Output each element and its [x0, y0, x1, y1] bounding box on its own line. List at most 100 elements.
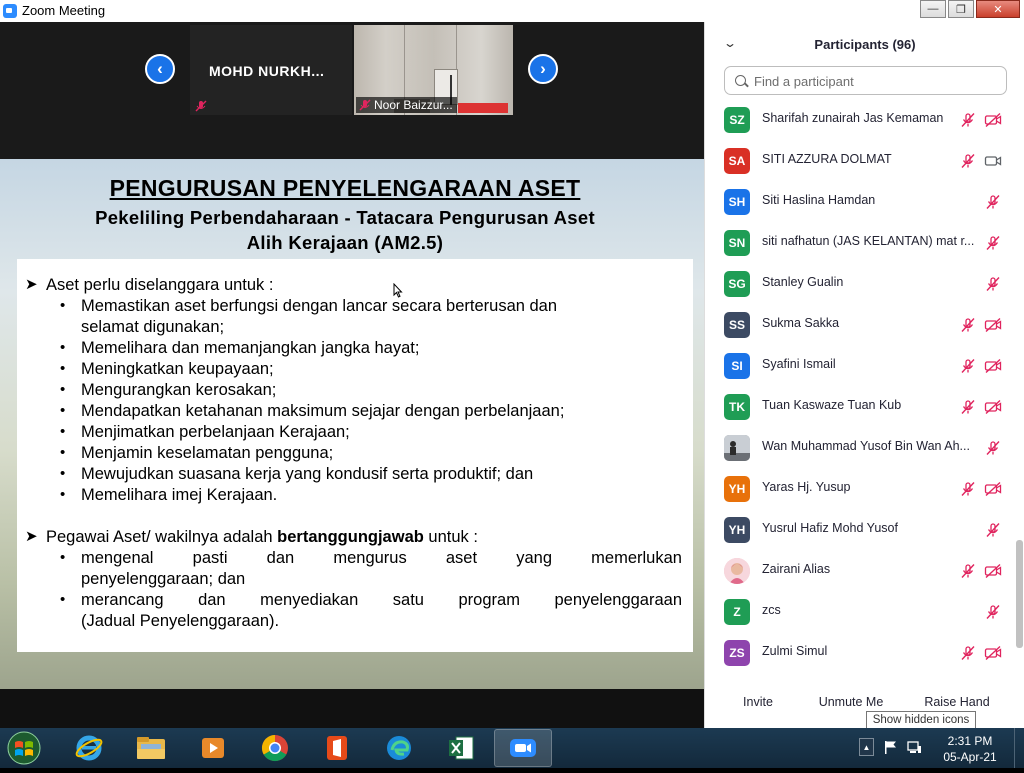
bullet-text: Meningkatkan keupayaan;: [81, 360, 274, 378]
mic-muted-icon: [985, 604, 1001, 620]
bullet-icon: •: [60, 444, 66, 461]
participant-search[interactable]: [724, 66, 1007, 95]
taskbar-internet-explorer[interactable]: [60, 729, 118, 767]
participant-row[interactable]: SG Stanley Gualin: [705, 263, 1015, 304]
video-tile[interactable]: Noor Baizzur...: [354, 25, 513, 115]
bullet-icon: •: [60, 423, 66, 440]
avatar: ZS: [724, 640, 750, 666]
taskbar-zoom[interactable]: [494, 729, 552, 767]
bullet-text: Menjamin keselamatan pengguna;: [81, 444, 334, 462]
taskbar-excel[interactable]: [432, 729, 490, 767]
clock-date: 05-Apr-21: [943, 750, 997, 764]
participant-row[interactable]: SA SITI AZZURA DOLMAT: [705, 140, 1015, 181]
participant-row[interactable]: YH Yaras Hj. Yusup: [705, 468, 1015, 509]
word: dan: [198, 591, 226, 609]
participant-name: siti nafhatun (JAS KELANTAN) mat r...: [762, 234, 975, 248]
mic-muted-icon: [985, 522, 1001, 538]
participant-list-scrollbar[interactable]: [1016, 99, 1023, 672]
mic-muted-icon: [359, 99, 371, 111]
participant-name: Sharifah zunairah Jas Kemaman: [762, 111, 944, 125]
participant-row[interactable]: YH Yusrul Hafiz Mohd Yusof: [705, 509, 1015, 550]
avatar: TK: [724, 394, 750, 420]
participants-panel: ⌄ Participants (96) SZSharifah zunairah …: [704, 22, 1024, 728]
participant-row[interactable]: TK Tuan Kaswaze Tuan Kub: [705, 386, 1015, 427]
slide-content-box: ➤ Aset perlu diselanggara untuk : • Mema…: [17, 259, 693, 652]
participant-row[interactable]: SH Siti Haslina Hamdan: [705, 181, 1015, 222]
taskbar-office[interactable]: [308, 729, 366, 767]
bullet-text: Menjimatkan perbelanjaan Kerajaan;: [81, 423, 350, 441]
avatar: SA: [724, 148, 750, 174]
video-off-icon: [984, 399, 1002, 415]
participant-row[interactable]: Zairani Alias: [705, 550, 1015, 591]
taskbar-file-explorer[interactable]: [122, 729, 180, 767]
unmute-me-button[interactable]: Unmute Me: [813, 692, 889, 712]
participant-name: Stanley Gualin: [762, 275, 844, 289]
taskbar-edge[interactable]: [370, 729, 428, 767]
taskbar-chrome[interactable]: [246, 729, 304, 767]
search-input[interactable]: [752, 72, 1001, 91]
participant-row[interactable]: ZS Zulmi Simul: [705, 632, 1015, 672]
mic-muted-icon: [985, 194, 1001, 210]
media-player-icon: [202, 738, 224, 758]
slide-subtitle-line: Pekeliling Perbendaharaan - Tatacara Pen…: [95, 207, 595, 228]
taskbar: ▲ 2:31 PM 05-Apr-21: [0, 728, 1024, 768]
participant-row[interactable]: Wan Muhammad Yusof Bin Wan Ah...: [705, 427, 1015, 468]
invite-button[interactable]: Invite: [735, 692, 781, 712]
next-page-button[interactable]: ›: [528, 54, 558, 84]
avatar: YH: [724, 517, 750, 543]
show-hidden-icons-button[interactable]: ▲: [859, 738, 874, 756]
clock-time: 2:31 PM: [947, 734, 993, 748]
participant-name: Zulmi Simul: [762, 644, 828, 658]
word: merancang: [81, 591, 164, 609]
avatar: [724, 558, 750, 584]
bullet-icon: •: [60, 486, 66, 503]
raise-hand-button[interactable]: Raise Hand: [921, 692, 993, 712]
close-button[interactable]: ✕: [976, 0, 1020, 18]
participant-name: Siti Haslina Hamdan: [762, 193, 876, 207]
participant-row[interactable]: SZ Sharifah zunairah Jas Kemaman: [705, 99, 1015, 140]
participant-row[interactable]: SI Syafini Ismail: [705, 345, 1015, 386]
bullet-icon: •: [60, 297, 66, 314]
bullet-text: (Jadual Penyelenggaraan).: [81, 612, 280, 630]
maximize-button[interactable]: ❐: [948, 0, 974, 18]
bullet-text: Mewujudkan suasana kerja yang kondusif s…: [81, 465, 534, 483]
bullet-icon: •: [60, 360, 66, 377]
slide-title: PENGURUSAN PENYELENGARAAN ASET: [109, 175, 581, 201]
start-button[interactable]: [2, 728, 48, 768]
show-desktop-button[interactable]: [1014, 728, 1024, 768]
avatar: YH: [724, 476, 750, 502]
participant-name: Tuan Kaswaze Tuan Kub: [762, 398, 902, 412]
participant-list[interactable]: SZ Sharifah zunairah Jas Kemaman SA SITI AZ…: [705, 99, 1015, 672]
video-tile[interactable]: MOHD NURKH...: [190, 25, 352, 115]
avatar: SZ: [724, 107, 750, 133]
flag-icon[interactable]: [883, 739, 899, 755]
section-heading: Aset perlu diselanggara untuk :: [46, 276, 274, 294]
bullet-icon: •: [60, 549, 66, 566]
excel-icon: [449, 736, 474, 760]
mic-muted-icon: [960, 481, 976, 497]
participant-row[interactable]: Zzcs: [705, 591, 1015, 632]
scrollbar-thumb[interactable]: [1016, 540, 1023, 648]
participant-name: Syafini Ismail: [762, 357, 836, 371]
section-heading-emphasis: bertanggungjawab: [277, 528, 424, 546]
network-icon[interactable]: [906, 739, 922, 755]
mic-muted-icon: [960, 358, 976, 374]
participant-row[interactable]: SN siti nafhatun (JAS KELANTAN) mat r...: [705, 222, 1015, 263]
mic-muted-icon: [960, 112, 976, 128]
taskbar-media-player[interactable]: [184, 729, 242, 767]
word: satu: [392, 591, 424, 609]
slide-subtitle-line: Alih Kerajaan (AM2.5): [246, 232, 444, 253]
video-strip: ‹ MOHD NURKH... Noor Baizzur... ›: [0, 22, 704, 159]
video-off-icon: [984, 358, 1002, 374]
bullet-text: Memelihara dan memanjangkan jangka hayat…: [81, 339, 420, 357]
participant-row[interactable]: SS Sukma Sakka: [705, 304, 1015, 345]
mic-muted-icon: [960, 399, 976, 415]
section-heading: Pegawai Aset/ wakilnya adalah bertanggun…: [46, 528, 478, 547]
mouse-cursor-icon: [393, 283, 403, 298]
system-clock[interactable]: 2:31 PM 05-Apr-21: [935, 733, 1005, 765]
minimize-button[interactable]: —: [920, 0, 946, 18]
previous-page-button[interactable]: ‹: [145, 54, 175, 84]
edge-icon: [387, 736, 411, 760]
bullet-text: Mendapatkan ketahanan maksimum sejajar d…: [81, 402, 565, 420]
bullet-text: Mengurangkan kerosakan;: [81, 381, 277, 399]
